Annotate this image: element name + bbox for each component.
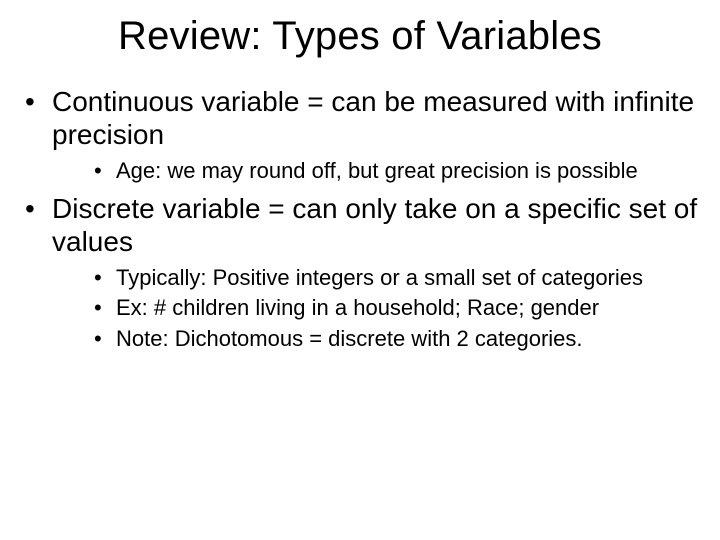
list-item: Discrete variable = can only take on a s… xyxy=(22,192,698,354)
slide-title: Review: Types of Variables xyxy=(22,14,698,59)
slide: Review: Types of Variables Continuous va… xyxy=(0,0,720,540)
list-item: Continuous variable = can be measured wi… xyxy=(22,85,698,186)
bullet-text: Ex: # children living in a household; Ra… xyxy=(116,295,599,320)
bullet-list: Continuous variable = can be measured wi… xyxy=(22,85,698,354)
bullet-text: Continuous variable = can be measured wi… xyxy=(52,86,694,150)
list-item: Typically: Positive integers or a small … xyxy=(92,264,698,293)
list-item: Ex: # children living in a household; Ra… xyxy=(92,294,698,323)
bullet-text: Typically: Positive integers or a small … xyxy=(116,265,643,290)
bullet-text: Discrete variable = can only take on a s… xyxy=(52,193,697,257)
sub-bullet-list: Typically: Positive integers or a small … xyxy=(52,264,698,354)
bullet-text: Age: we may round off, but great precisi… xyxy=(116,158,638,183)
list-item: Note: Dichotomous = discrete with 2 cate… xyxy=(92,325,698,354)
bullet-text: Note: Dichotomous = discrete with 2 cate… xyxy=(116,326,583,351)
list-item: Age: we may round off, but great precisi… xyxy=(92,157,698,186)
sub-bullet-list: Age: we may round off, but great precisi… xyxy=(52,157,698,186)
